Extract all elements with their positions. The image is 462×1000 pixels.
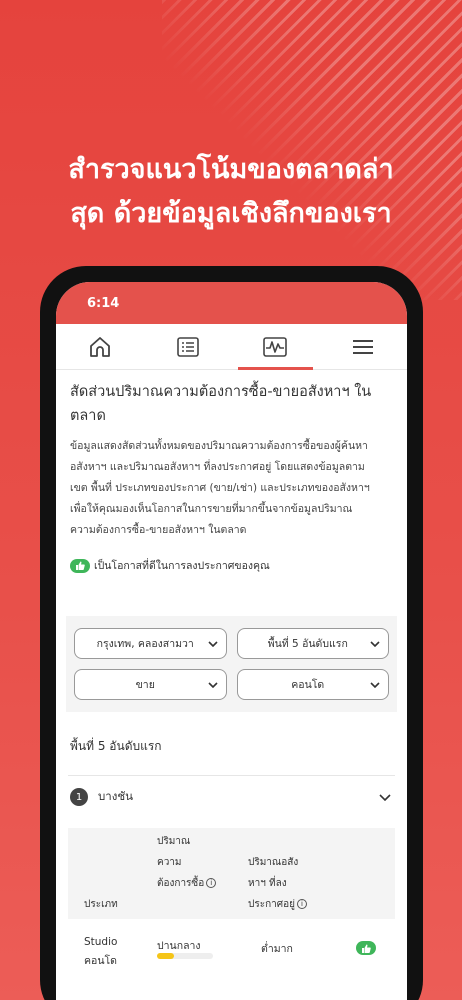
listing-type-select[interactable]: ขาย — [74, 669, 227, 700]
chevron-down-icon — [370, 681, 380, 688]
home-icon — [89, 336, 110, 357]
row-supply: ต่ำมาก — [261, 943, 293, 955]
chevron-down-icon[interactable] — [379, 793, 391, 801]
row-type-line: คอนโด — [84, 955, 117, 967]
location-value: กรุงเทพ, คลองสามวา — [96, 638, 194, 650]
tab-menu[interactable] — [319, 324, 407, 369]
info-icon[interactable]: i — [206, 878, 217, 888]
page-title-line-1: สัดส่วนปริมาณความต้องการซื้อ-ขายอสังหาฯ … — [70, 384, 372, 400]
tab-listings[interactable] — [144, 324, 232, 369]
desc-line: เพื่อให้คุณมองเห็นโอกาสในการขายที่มากขึ้… — [70, 503, 353, 515]
section-title: พื้นที่ 5 อันดับแรก — [70, 739, 162, 753]
chevron-down-icon — [207, 681, 218, 688]
main-content: สัดส่วนปริมาณความต้องการซื้อ-ขายอสังหาฯ … — [56, 380, 407, 969]
row-demand: ปานกลาง — [157, 940, 201, 952]
column-supply-line: ปริมาณอสัง — [248, 857, 299, 868]
filter-panel: กรุงเทพ, คลองสามวา พื้นที่ 5 อันดับแรก ข… — [66, 616, 397, 712]
opportunity-legend: เป็นโอกาสที่ดีในการลงประกาศของคุณ — [68, 557, 395, 574]
tab-bar — [56, 324, 407, 370]
district-name: บางชัน — [98, 789, 134, 803]
column-demand-text: ต้องการซื้อ — [157, 878, 205, 889]
table-row: Studio คอนโด ปานกลาง ต่ำมาก — [68, 919, 395, 969]
column-supply-line: ประกาศอยู่ i — [248, 894, 307, 915]
headline-line-1: สำรวจแนวโน้มของตลาดล่า — [68, 154, 394, 185]
column-supply: ปริมาณอสัง หาฯ ที่ลง ประกาศอยู่ i — [248, 852, 307, 915]
desc-line: เขต พื้นที่ ประเภทของประกาศ (ขาย/เช่า) แ… — [70, 482, 370, 494]
chevron-down-icon — [370, 640, 380, 647]
desc-line: ความต้องการซื้อ-ขายอสังหาฯ ในตลาด — [70, 524, 247, 536]
listing-type-value: ขาย — [135, 679, 155, 691]
property-type-select[interactable]: คอนโด — [236, 669, 389, 700]
ranking-value: พื้นที่ 5 อันดับแรก — [267, 638, 348, 650]
app-screen: 6:14 สัดส่วนปริมาณความต้องการซื้อ-ขายอสั… — [56, 282, 407, 1000]
column-demand-line: ต้องการซื้อ i — [157, 873, 217, 894]
thumbs-up-icon — [356, 941, 376, 955]
ranking-select[interactable]: พื้นที่ 5 อันดับแรก — [236, 628, 389, 659]
district-row[interactable]: 1 บางชัน — [68, 776, 395, 818]
row-type: Studio คอนโด — [84, 933, 117, 971]
column-supply-text: ประกาศอยู่ — [248, 899, 295, 910]
demand-level-fill — [157, 953, 174, 959]
demand-level-bar — [157, 953, 213, 959]
page-title: สัดส่วนปริมาณความต้องการซื้อ-ขายอสังหาฯ … — [68, 380, 395, 428]
rank-badge: 1 — [70, 788, 88, 806]
list-icon — [176, 336, 199, 357]
menu-icon — [353, 339, 374, 354]
column-type: ประเภท — [84, 899, 118, 910]
row-type-line: Studio — [84, 936, 118, 948]
desc-line: ข้อมูลแสดงสัดส่วนทั้งหมดของปริมาณความต้อ… — [70, 440, 368, 452]
tab-insights[interactable] — [232, 324, 320, 370]
desc-line: อสังหาฯ และปริมาณอสังหาฯ ที่ลงประกาศอยู่… — [70, 461, 365, 473]
info-icon[interactable]: i — [296, 899, 307, 909]
column-demand-line: ความ — [157, 857, 182, 868]
headline-line-2: สุด ด้วยข้อมูลเชิงลึกของเรา — [70, 198, 392, 229]
column-demand-line: ปริมาณ — [157, 836, 191, 847]
chevron-down-icon — [207, 640, 218, 647]
location-select[interactable]: กรุงเทพ, คลองสามวา — [74, 628, 227, 659]
page-title-line-2: ตลาด — [70, 408, 106, 424]
status-bar: 6:14 — [56, 282, 407, 324]
column-demand: ปริมาณ ความ ต้องการซื้อ i — [157, 831, 217, 894]
column-supply-line: หาฯ ที่ลง — [248, 878, 287, 889]
promo-headline: สำรวจแนวโน้มของตลาดล่า สุด ด้วยข้อมูลเชิ… — [0, 148, 462, 236]
page-description: ข้อมูลแสดงสัดส่วนทั้งหมดของปริมาณความต้อ… — [68, 436, 395, 541]
table-header: ประเภท ปริมาณ ความ ต้องการซื้อ i ปริมาณอส… — [68, 828, 395, 919]
chart-icon — [263, 336, 288, 357]
status-time: 6:14 — [87, 296, 120, 311]
thumbs-up-icon — [70, 558, 90, 573]
opportunity-label: เป็นโอกาสที่ดีในการลงประกาศของคุณ — [94, 560, 270, 572]
tab-home[interactable] — [56, 324, 144, 369]
property-type-value: คอนโด — [291, 679, 325, 691]
